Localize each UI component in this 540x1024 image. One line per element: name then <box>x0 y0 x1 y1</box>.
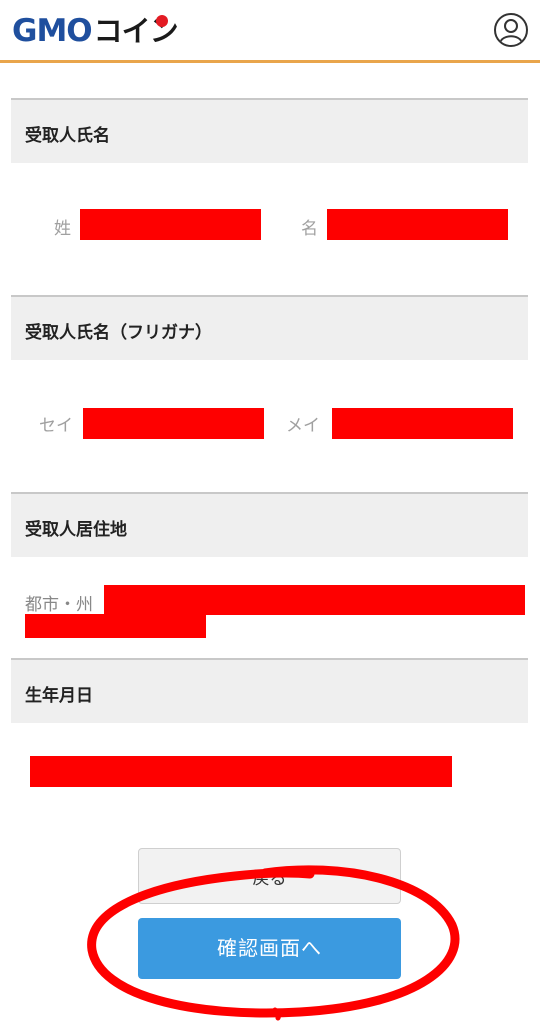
birthdate-value-redacted <box>30 756 452 787</box>
first-name-label: 名 <box>301 219 318 239</box>
first-name-kana-label: メイ <box>286 416 320 436</box>
section-title: 受取人居住地 <box>25 520 127 540</box>
section-recipient-address: 受取人居住地 <box>11 492 528 557</box>
city-value-redacted-line2 <box>25 614 206 638</box>
section-title: 受取人氏名（フリガナ） <box>25 323 212 343</box>
section-birthdate: 生年月日 <box>11 658 528 723</box>
logo-red-dot <box>155 15 168 27</box>
section-recipient-name: 受取人氏名 <box>11 98 528 163</box>
remittance-recipient-page: GMO コイン 受取人氏名 姓 名 受取人氏名（フリガナ） セイ メイ 受取人居… <box>0 0 540 1024</box>
first-name-kana-value-redacted <box>332 408 513 439</box>
last-name-value-redacted <box>80 209 261 240</box>
section-title: 生年月日 <box>25 686 93 706</box>
user-circle-icon[interactable] <box>494 13 528 47</box>
last-name-kana-label: セイ <box>39 416 73 436</box>
confirm-screen-button[interactable]: 確認画面へ <box>138 918 401 979</box>
city-value-redacted <box>104 585 525 615</box>
section-title: 受取人氏名 <box>25 126 110 146</box>
app-header: GMO コイン <box>0 0 540 63</box>
city-label: 都市・州 <box>25 595 93 615</box>
gmo-coin-logo[interactable]: GMO コイン <box>12 13 179 49</box>
section-recipient-kana: 受取人氏名（フリガナ） <box>11 295 528 360</box>
logo-gmo-text: GMO <box>12 13 93 49</box>
back-button[interactable]: 戻る <box>138 848 401 904</box>
last-name-kana-value-redacted <box>83 408 264 439</box>
first-name-value-redacted <box>327 209 508 240</box>
last-name-label: 姓 <box>54 219 71 239</box>
